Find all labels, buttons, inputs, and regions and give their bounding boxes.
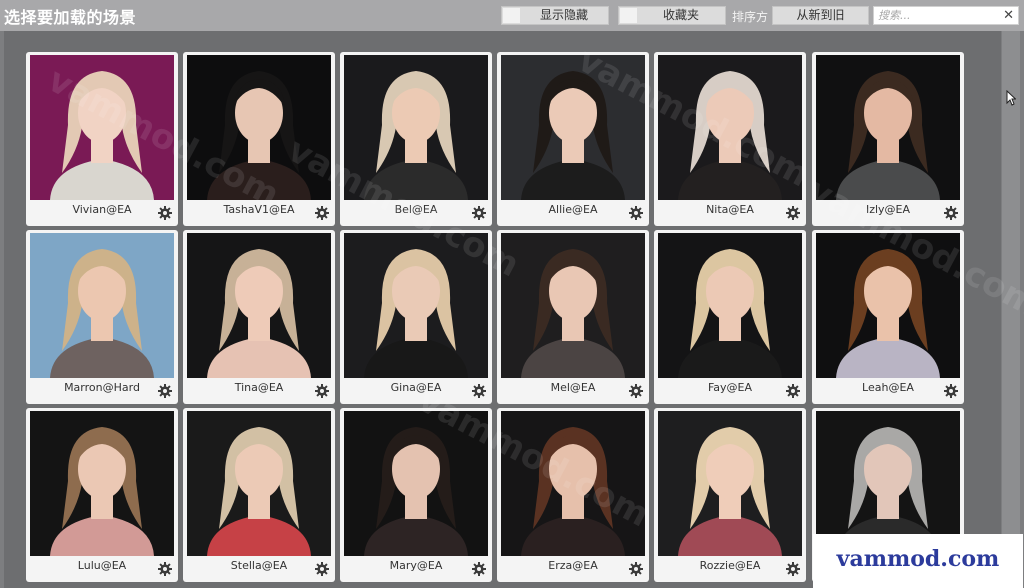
- gear-icon[interactable]: [158, 561, 172, 576]
- favorites-checkbox[interactable]: [620, 8, 637, 23]
- gear-icon[interactable]: [472, 205, 486, 220]
- search-input[interactable]: [876, 8, 998, 23]
- scene-thumbnail[interactable]: [816, 55, 960, 200]
- scene-thumbnail[interactable]: [816, 233, 960, 378]
- favorites-toggle[interactable]: 收藏夹: [618, 6, 726, 25]
- scene-card[interactable]: Gina@EA: [340, 230, 492, 404]
- gear-icon[interactable]: [158, 383, 172, 398]
- scene-card[interactable]: Lulu@EA: [26, 408, 178, 582]
- gear-icon[interactable]: [786, 205, 800, 220]
- scene-thumbnail[interactable]: [30, 233, 174, 378]
- scene-name: Izly@EA: [865, 203, 911, 216]
- scene-thumbnail[interactable]: [501, 411, 645, 556]
- scene-card[interactable]: Allie@EA: [497, 52, 649, 226]
- scene-name: Erza@EA: [548, 559, 598, 572]
- scene-thumbnail[interactable]: [658, 55, 802, 200]
- show-hidden-checkbox[interactable]: [503, 8, 520, 23]
- scene-name: Leah@EA: [862, 381, 914, 394]
- scene-name: Mel@EA: [550, 381, 596, 394]
- scene-card[interactable]: Mary@EA: [340, 408, 492, 582]
- gear-icon[interactable]: [629, 383, 643, 398]
- scene-name: Gina@EA: [390, 381, 442, 394]
- scene-card[interactable]: Rozzie@EA: [654, 408, 806, 582]
- gear-icon[interactable]: [315, 205, 329, 220]
- scene-thumbnail[interactable]: [344, 233, 488, 378]
- gear-icon[interactable]: [315, 383, 329, 398]
- scene-card[interactable]: Fay@EA: [654, 230, 806, 404]
- scene-name: Allie@EA: [548, 203, 598, 216]
- show-hidden-toggle[interactable]: 显示隐藏: [501, 6, 609, 25]
- gear-icon[interactable]: [629, 205, 643, 220]
- sort-label: 排序方: [732, 10, 769, 24]
- gear-icon[interactable]: [629, 561, 643, 576]
- scene-card[interactable]: Stella@EA: [183, 408, 335, 582]
- scene-name: Tina@EA: [234, 381, 284, 394]
- scene-name: TashaV1@EA: [223, 203, 295, 216]
- search-box: ✕: [873, 6, 1019, 25]
- gear-icon[interactable]: [472, 383, 486, 398]
- scene-card[interactable]: Leah@EA: [812, 230, 964, 404]
- scene-thumbnail[interactable]: [658, 411, 802, 556]
- scene-thumbnail[interactable]: [30, 55, 174, 200]
- scene-name: Stella@EA: [230, 559, 288, 572]
- scene-card[interactable]: Nita@EA: [654, 52, 806, 226]
- gear-icon[interactable]: [158, 205, 172, 220]
- scene-card[interactable]: Vivian@EA: [26, 52, 178, 226]
- scene-thumbnail[interactable]: [187, 55, 331, 200]
- gear-icon[interactable]: [315, 561, 329, 576]
- scene-thumbnail[interactable]: [187, 233, 331, 378]
- scene-card[interactable]: TashaV1@EA: [183, 52, 335, 226]
- scene-card[interactable]: Bel@EA: [340, 52, 492, 226]
- sort-order-button[interactable]: 从新到旧: [772, 6, 869, 25]
- show-hidden-label: 显示隐藏: [539, 8, 588, 22]
- scene-card[interactable]: Tina@EA: [183, 230, 335, 404]
- mouse-cursor-icon: [1006, 90, 1016, 106]
- gear-icon[interactable]: [944, 205, 958, 220]
- scene-name: Rozzie@EA: [699, 559, 761, 572]
- site-watermark-badge: vammod.com: [813, 534, 1023, 588]
- clear-search-icon[interactable]: ✕: [1003, 7, 1014, 24]
- gear-icon[interactable]: [786, 561, 800, 576]
- top-bar: 选择要加载的场景 显示隐藏 收藏夹 排序方 从新到旧 ✕: [0, 0, 1024, 31]
- scene-card[interactable]: Mel@EA: [497, 230, 649, 404]
- scene-name: Vivian@EA: [72, 203, 132, 216]
- scene-name: Lulu@EA: [77, 559, 127, 572]
- scene-card[interactable]: Izly@EA: [812, 52, 964, 226]
- scene-name: Bel@EA: [394, 203, 438, 216]
- scene-thumbnail[interactable]: [501, 233, 645, 378]
- scene-card[interactable]: Erza@EA: [497, 408, 649, 582]
- favorites-label: 收藏夹: [662, 8, 699, 22]
- scene-name: Nita@EA: [706, 203, 754, 216]
- scene-thumbnail[interactable]: [30, 411, 174, 556]
- scene-card[interactable]: Marron@Hard: [26, 230, 178, 404]
- gear-icon[interactable]: [786, 383, 800, 398]
- scene-thumbnail[interactable]: [344, 411, 488, 556]
- scene-thumbnail[interactable]: [658, 233, 802, 378]
- scene-thumbnail[interactable]: [187, 411, 331, 556]
- scene-name: Marron@Hard: [64, 381, 140, 394]
- scene-thumbnail[interactable]: [501, 55, 645, 200]
- gear-icon[interactable]: [944, 383, 958, 398]
- scene-name: Fay@EA: [707, 381, 753, 394]
- scrollbar[interactable]: [1002, 31, 1020, 588]
- dialog-title: 选择要加载的场景: [4, 8, 137, 27]
- scene-thumbnail[interactable]: [344, 55, 488, 200]
- gear-icon[interactable]: [472, 561, 486, 576]
- scene-name: Mary@EA: [389, 559, 443, 572]
